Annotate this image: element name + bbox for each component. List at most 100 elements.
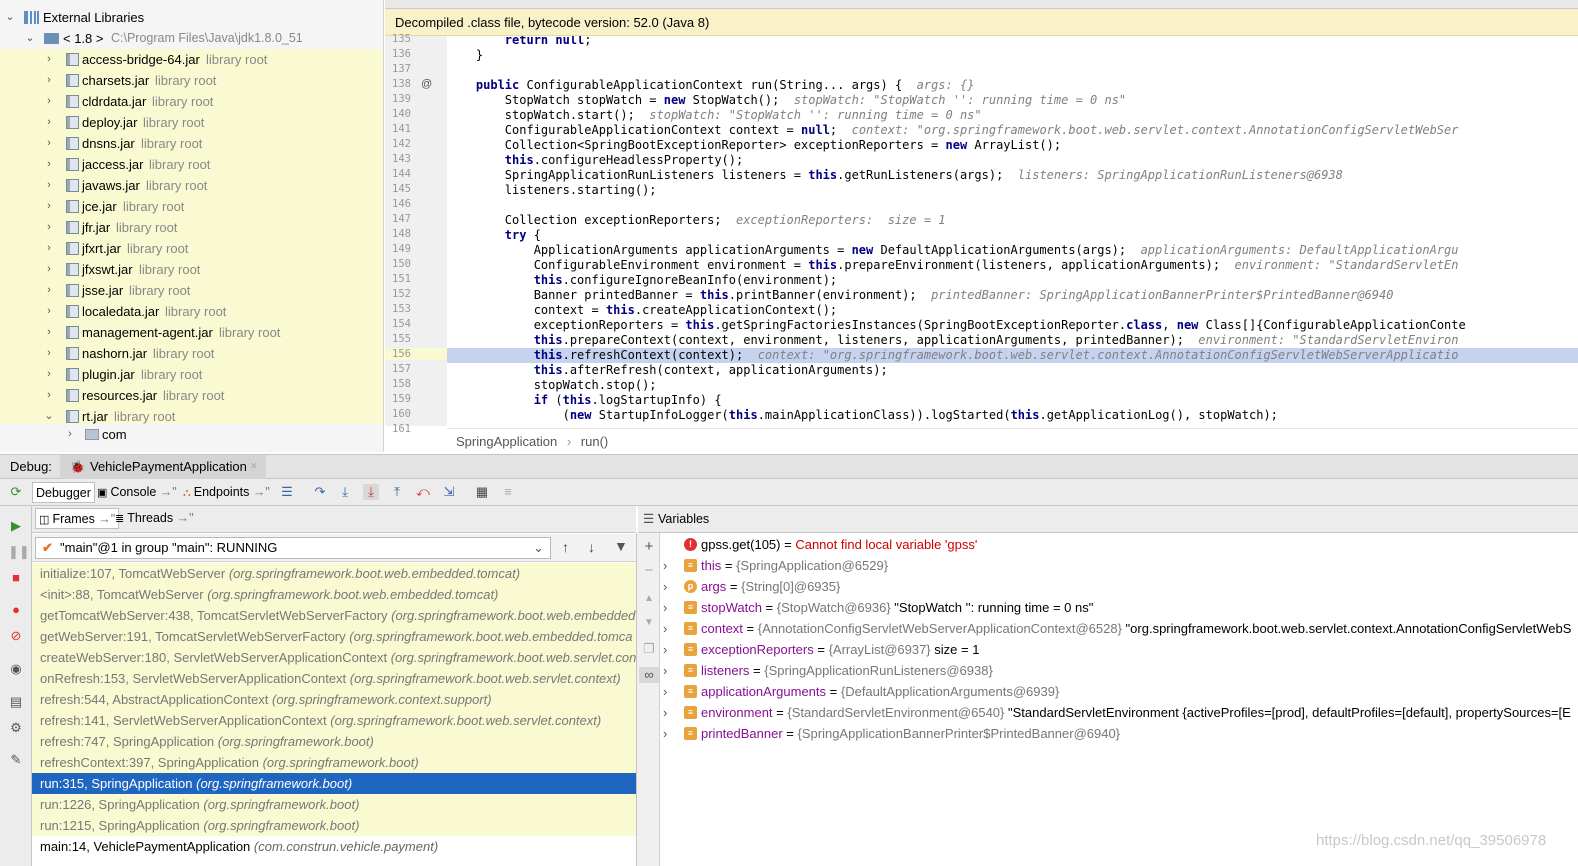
frame-row[interactable]: getTomcatWebServer:438, TomcatServletWeb… — [32, 605, 636, 626]
variable-row[interactable]: › ≡ stopWatch = {StopWatch@6936} "StopWatc… — [660, 597, 1578, 618]
chevron-right-icon[interactable]: › — [663, 723, 667, 744]
step-into-icon[interactable]: ⤓ — [337, 484, 353, 500]
chevron-right-icon[interactable]: › — [44, 70, 54, 91]
debug-session-tab[interactable]: 🐞 VehiclePaymentApplication × — [60, 455, 266, 479]
chevron-right-icon[interactable]: › — [663, 681, 667, 702]
layout-icon[interactable]: ▤ — [8, 694, 24, 710]
chevron-down-icon[interactable]: ⌄ — [5, 7, 15, 28]
force-step-into-icon[interactable]: ⤓ — [363, 484, 379, 500]
chevron-right-icon[interactable]: › — [44, 133, 54, 154]
frame-row[interactable]: onRefresh:153, ServletWebServerApplicati… — [32, 668, 636, 689]
gear-icon[interactable]: ⚙ — [8, 720, 24, 736]
chevron-right-icon[interactable]: › — [44, 301, 54, 322]
tree-row-jar[interactable]: › localedata.jar library root — [0, 301, 383, 322]
pin-icon[interactable]: ✎ — [8, 752, 24, 768]
tree-row-jar[interactable]: › jce.jar library root — [0, 196, 383, 217]
tree-row-jar[interactable]: › javaws.jar library root — [0, 175, 383, 196]
chevron-right-icon[interactable]: › — [44, 175, 54, 196]
run-to-cursor-icon[interactable]: ⇲ — [441, 484, 457, 500]
variable-row[interactable]: › p args = {String[0]@6935} — [660, 576, 1578, 597]
chevron-right-icon[interactable]: › — [44, 259, 54, 280]
tab-threads[interactable]: ≣ Threads →" — [112, 508, 197, 529]
chevron-right-icon[interactable]: › — [663, 618, 667, 639]
tree-row-jar[interactable]: › plugin.jar library root — [0, 364, 383, 385]
drop-frame-icon[interactable]: ⤺ — [415, 484, 431, 500]
variable-row[interactable]: › ≡ this = {SpringApplication@6529} — [660, 555, 1578, 576]
step-over-icon[interactable]: ↷ — [312, 484, 328, 500]
chevron-right-icon[interactable]: › — [44, 91, 54, 112]
glasses-icon[interactable]: ∞ — [639, 667, 659, 683]
frame-row[interactable]: initialize:107, TomcatWebServer (org.spr… — [32, 563, 636, 584]
breadcrumb[interactable]: SpringApplication › run() — [447, 428, 1578, 454]
remove-watch-icon[interactable]: − — [641, 563, 657, 579]
tree-row-jar[interactable]: › jfr.jar library root — [0, 217, 383, 238]
tree-row-jar[interactable]: › dnsns.jar library root — [0, 133, 383, 154]
tree-row-jar[interactable]: › access-bridge-64.jar library root — [0, 49, 383, 70]
chevron-right-icon[interactable]: › — [44, 343, 54, 364]
move-up-icon[interactable]: ▲ — [641, 591, 657, 607]
view-breakpoints-icon[interactable]: ● — [8, 602, 24, 618]
chevron-right-icon[interactable]: › — [44, 196, 54, 217]
tree-row-jar[interactable]: › resources.jar library root — [0, 385, 383, 406]
chevron-right-icon[interactable]: › — [65, 424, 75, 445]
tree-row-jar[interactable]: › deploy.jar library root — [0, 112, 383, 133]
trace-icon[interactable]: ≡ — [500, 484, 516, 500]
tree-row-jar[interactable]: › nashorn.jar library root — [0, 343, 383, 364]
chevron-right-icon[interactable]: › — [663, 555, 667, 576]
selected-frame-row[interactable]: run:315, SpringApplication (org.springfr… — [32, 773, 636, 794]
tree-row-jar[interactable]: › jfxswt.jar library root — [0, 259, 383, 280]
thread-dropdown[interactable]: ✔ "main"@1 in group "main": RUNNING ⌄ — [35, 537, 551, 559]
evaluate-expression-icon[interactable]: ▦ — [474, 484, 490, 500]
tab-console[interactable]: ▣ Console →" — [94, 482, 180, 503]
chevron-right-icon[interactable]: › — [663, 597, 667, 618]
frame-row[interactable]: getWebServer:191, TomcatServletWebServer… — [32, 626, 636, 647]
breadcrumb-class[interactable]: SpringApplication — [456, 434, 557, 449]
close-icon[interactable]: × — [250, 458, 258, 473]
frame-row[interactable]: refresh:141, ServletWebServerApplication… — [32, 710, 636, 731]
tab-endpoints[interactable]: ⛬ Endpoints →" — [180, 482, 273, 503]
chevron-right-icon[interactable]: › — [44, 154, 54, 175]
frame-row[interactable]: <init>:88, TomcatWebServer (org.springfr… — [32, 584, 636, 605]
watch-row[interactable]: ! gpss.get(105) = Cannot find local varia… — [660, 534, 1578, 555]
add-watch-icon[interactable]: + — [641, 539, 657, 555]
variable-row[interactable]: › ≡ applicationArguments = {DefaultApplica… — [660, 681, 1578, 702]
override-marker-icon[interactable]: @ — [421, 78, 432, 90]
chevron-right-icon[interactable]: › — [663, 576, 667, 597]
tree-row-jdk[interactable]: ⌄ < 1.8 > C:\Program Files\Java\jdk1.8.0… — [0, 28, 383, 49]
tab-debugger[interactable]: Debugger — [32, 482, 95, 503]
previous-frame-icon[interactable]: ↑ — [562, 539, 569, 555]
frame-row[interactable]: refresh:747, SpringApplication (org.spri… — [32, 731, 636, 752]
code-area[interactable]: return null; } public ConfigurableApplic… — [447, 36, 1578, 426]
chevron-right-icon[interactable]: › — [663, 639, 667, 660]
frame-row[interactable]: createWebServer:180, ServletWebServerApp… — [32, 647, 636, 668]
frame-row[interactable]: run:1215, SpringApplication (org.springf… — [32, 815, 636, 836]
variable-row[interactable]: › ≡ exceptionReporters = {ArrayList@6937} … — [660, 639, 1578, 660]
chevron-right-icon[interactable]: › — [663, 660, 667, 681]
mute-breakpoints-icon[interactable]: ⊘ — [8, 628, 24, 644]
frame-row[interactable]: main:14, VehiclePaymentApplication (com.… — [32, 836, 636, 857]
next-frame-icon[interactable]: ↓ — [588, 539, 595, 555]
chevron-right-icon[interactable]: › — [44, 364, 54, 385]
tree-row-jar[interactable]: › cldrdata.jar library root — [0, 91, 383, 112]
editor-tabs[interactable] — [385, 0, 1578, 9]
tree-row-jar[interactable]: › jsse.jar library root — [0, 280, 383, 301]
chevron-right-icon[interactable]: › — [44, 112, 54, 133]
chevron-right-icon[interactable]: › — [44, 385, 54, 406]
resume-program-icon[interactable]: ▶ — [8, 518, 24, 534]
chevron-down-icon[interactable]: ⌄ — [25, 28, 35, 49]
filter-icon[interactable]: ▼ — [614, 538, 628, 554]
move-down-icon[interactable]: ▼ — [641, 615, 657, 631]
copy-icon[interactable]: ❐ — [641, 641, 657, 657]
variable-row[interactable]: › ≡ printedBanner = {SpringApplicationBann… — [660, 723, 1578, 744]
chevron-right-icon[interactable]: › — [44, 238, 54, 259]
rerun-icon[interactable]: ⟳ — [8, 484, 24, 500]
chevron-right-icon[interactable]: › — [663, 702, 667, 723]
tree-row-com[interactable]: › com — [0, 424, 383, 445]
variable-row[interactable]: › ≡ environment = {StandardServletEnvironm… — [660, 702, 1578, 723]
show-execution-point-icon[interactable]: ☰ — [279, 484, 295, 500]
variable-row[interactable]: › ≡ listeners = {SpringApplicationRunListe… — [660, 660, 1578, 681]
tree-row-jar[interactable]: › charsets.jar library root — [0, 70, 383, 91]
frame-row[interactable]: refresh:544, AbstractApplicationContext … — [32, 689, 636, 710]
chevron-right-icon[interactable]: › — [44, 322, 54, 343]
frame-row[interactable]: run:1226, SpringApplication (org.springf… — [32, 794, 636, 815]
